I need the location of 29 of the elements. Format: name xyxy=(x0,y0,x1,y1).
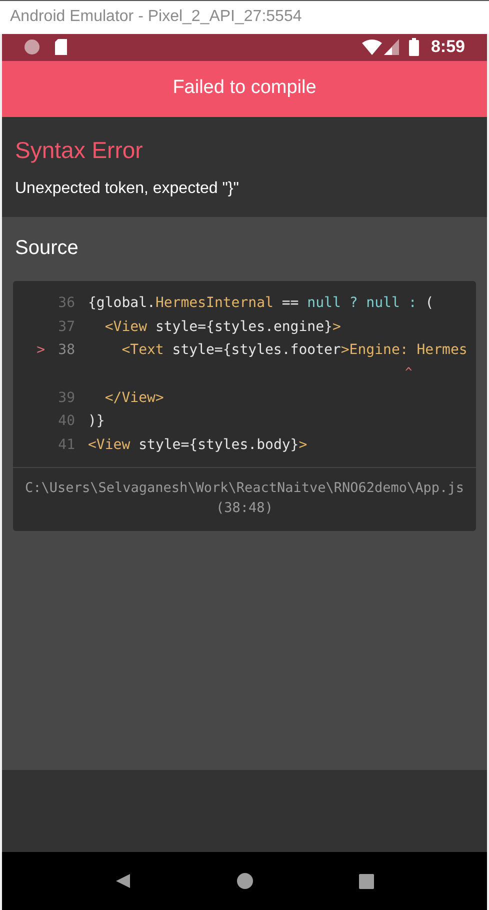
file-path: C:\Users\Selvaganesh\Work\ReactNaitve\RNO62demo\App.js xyxy=(25,479,464,498)
line-number: 39 xyxy=(57,388,75,408)
code-line: <View style={styles.body}> xyxy=(88,436,308,455)
error-position: (38:48) xyxy=(216,499,273,518)
code-line: </View> xyxy=(104,388,164,408)
line-number: 37 xyxy=(57,318,75,337)
circle-icon xyxy=(24,39,40,55)
code-line: <View style={styles.engine}> xyxy=(104,318,341,337)
line-number: 36 xyxy=(57,294,75,314)
signal-icon xyxy=(384,39,399,55)
line-number: 38 xyxy=(57,341,75,360)
header-title: Failed to compile xyxy=(172,76,316,100)
error-title: Syntax Error xyxy=(15,136,144,165)
code-line: <Text style={styles.footer>Engine: Hermes xyxy=(120,341,468,360)
back-icon[interactable] xyxy=(115,873,131,889)
line-number: 40 xyxy=(57,412,75,432)
square-icon[interactable] xyxy=(359,874,374,888)
home-icon[interactable] xyxy=(237,873,253,889)
battery-icon xyxy=(408,38,419,56)
line-number: 41 xyxy=(57,436,75,455)
error-message: Unexpected token, expected "}" xyxy=(15,179,240,199)
error-caret: ^ xyxy=(405,364,412,380)
sd-card-icon xyxy=(54,39,68,55)
code-line: )} xyxy=(88,412,105,432)
window-title: Android Emulator - Pixel_2_API_27:5554 xyxy=(10,7,302,28)
section-title: Source xyxy=(15,236,80,261)
status-time: 8:59 xyxy=(430,36,465,58)
code-line: {global.HermesInternal == null ? null : ( xyxy=(88,294,434,314)
line-marker: > xyxy=(36,341,46,360)
